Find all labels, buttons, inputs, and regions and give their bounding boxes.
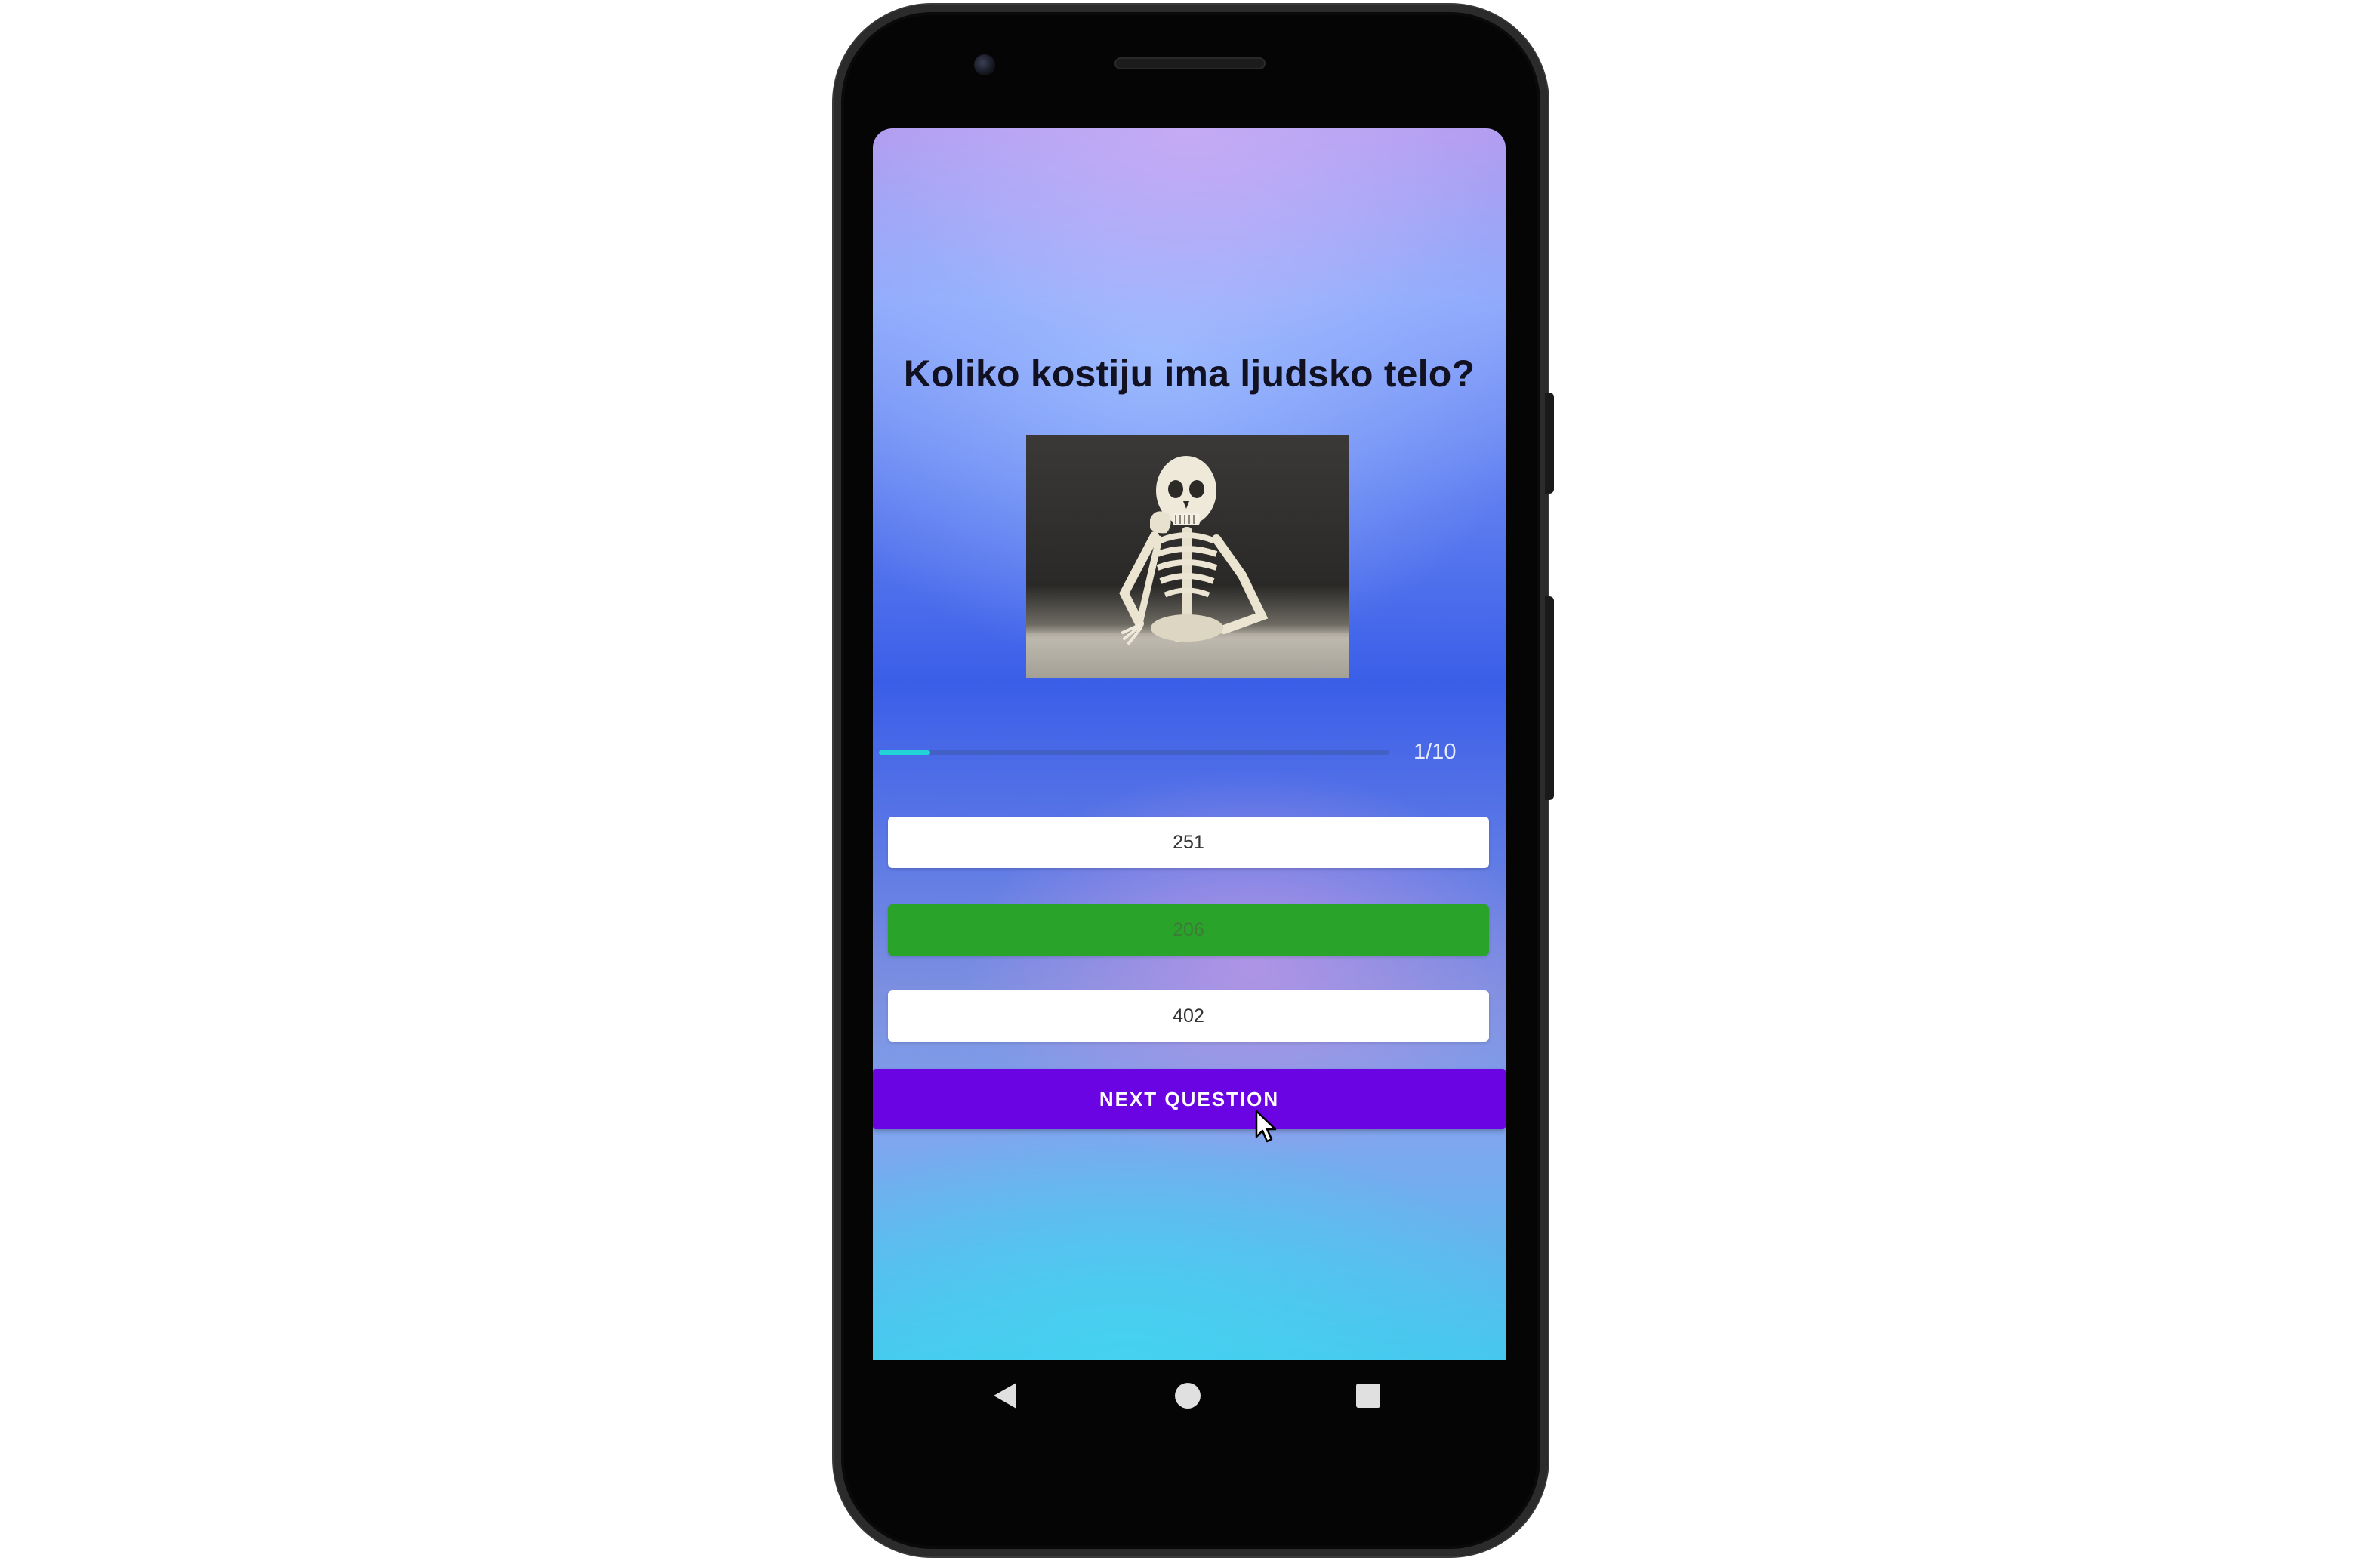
- quiz-progress-fill: [879, 750, 930, 755]
- next-question-button[interactable]: NEXT QUESTION: [873, 1069, 1506, 1129]
- earpiece-speaker: [1114, 57, 1266, 69]
- back-icon[interactable]: [994, 1383, 1016, 1409]
- answer-option-3[interactable]: 402: [888, 990, 1489, 1042]
- volume-rocker: [1545, 596, 1554, 800]
- skeleton-illustration: [1026, 456, 1349, 678]
- app-screen: Koliko kostiju ima ljudsko telo? 1/10 25…: [873, 128, 1506, 1360]
- quiz-progress-bar: [879, 750, 1389, 755]
- question-counter: 1/10: [1414, 740, 1457, 764]
- power-button: [1545, 393, 1554, 494]
- answer-option-2-correct[interactable]: 206: [888, 904, 1489, 956]
- mouse-pointer-icon: [1255, 1110, 1277, 1143]
- recents-icon[interactable]: [1356, 1384, 1380, 1408]
- question-title: Koliko kostiju ima ljudsko telo?: [903, 353, 1475, 395]
- front-camera-icon: [974, 54, 995, 75]
- background-watermark: [1491, 1155, 1503, 1351]
- question-image: [1026, 435, 1349, 678]
- answer-option-1[interactable]: 251: [888, 817, 1489, 868]
- home-icon[interactable]: [1175, 1383, 1201, 1409]
- device-stage: Koliko kostiju ima ljudsko telo? 1/10 25…: [0, 0, 2380, 1561]
- system-navigation-bar: [873, 1360, 1506, 1436]
